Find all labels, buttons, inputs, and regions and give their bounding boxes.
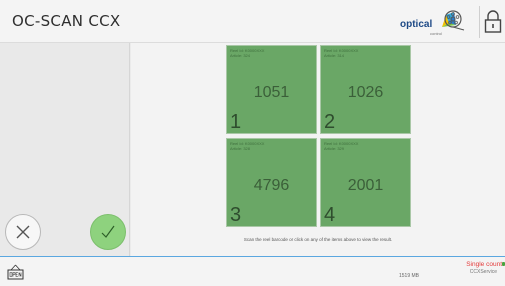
logo-text: optical — [400, 19, 433, 30]
result-tile-4[interactable]: Reel Id: K0000XXX Article: 329 2001 4 — [320, 138, 411, 227]
app-window: OC-SCAN CCX optical control Reel Id: K00… — [0, 0, 505, 286]
service-name: CCXService — [469, 269, 497, 275]
count-mode: Single count — [466, 261, 502, 268]
article-line: Article: 314 — [324, 53, 345, 58]
reel-icon — [444, 10, 465, 31]
count-value: 1026 — [347, 84, 384, 101]
tile-index: 2 — [324, 111, 336, 133]
lock-button[interactable] — [479, 6, 505, 38]
result-grid: Reel Id: K0000XXX Article: 324 1051 1 Re… — [226, 45, 413, 227]
tile-index: 1 — [230, 111, 242, 133]
instruction-text: Scan the reel barcode or click on any of… — [243, 237, 393, 242]
result-tile-2[interactable]: Reel Id: K0000XXX Article: 314 1026 2 — [320, 45, 411, 134]
checkmark-icon — [101, 225, 115, 238]
results-panel: Reel Id: K0000XXX Article: 324 1051 1 Re… — [131, 43, 505, 256]
left-panel — [0, 43, 130, 256]
result-tile-3[interactable]: Reel Id: K0000XXX Article: 328 4796 3 — [226, 138, 317, 227]
memory-usage: 1519 MB — [399, 273, 420, 279]
count-value: 4796 — [253, 177, 290, 194]
status-bar: 1519 MB Single count CCXService — [0, 256, 505, 286]
article-line: Article: 329 — [324, 146, 345, 151]
lock-icon — [484, 10, 502, 33]
article-line: Article: 324 — [230, 53, 251, 58]
result-tile-1[interactable]: Reel Id: K0000XXX Article: 324 1051 1 — [226, 45, 317, 134]
logo-subtext: control — [430, 31, 443, 36]
app-title: OC-SCAN CCX — [12, 12, 121, 30]
open-sign-icon — [7, 264, 24, 280]
header-bar: OC-SCAN CCX optical control — [0, 0, 505, 43]
open-sign-button[interactable] — [7, 264, 24, 281]
article-line: Article: 328 — [230, 146, 251, 151]
count-value: 1051 — [253, 84, 290, 101]
count-value: 2001 — [347, 177, 384, 194]
tile-index: 4 — [324, 204, 336, 226]
cancel-button[interactable] — [5, 214, 41, 250]
confirm-button[interactable] — [90, 214, 126, 250]
tile-index: 3 — [230, 204, 242, 226]
close-icon — [16, 225, 30, 239]
